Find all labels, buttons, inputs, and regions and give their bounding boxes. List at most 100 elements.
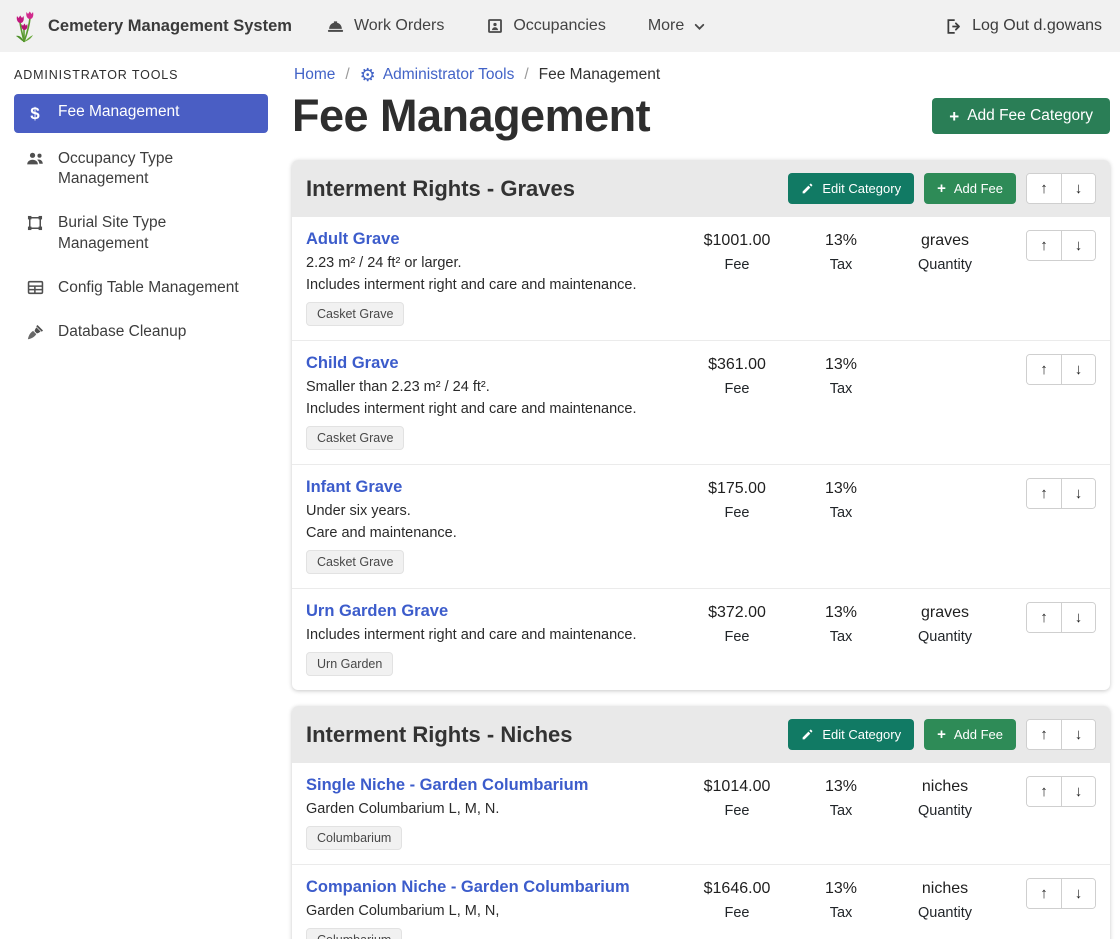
move-down-button[interactable]: ↓ <box>1061 603 1095 632</box>
add-fee-button[interactable]: + Add Fee <box>924 719 1016 750</box>
broom-icon <box>24 323 46 342</box>
sidebar-item-label: Burial Site Type Management <box>58 213 258 253</box>
tax-label: Tax <box>792 257 890 273</box>
fee-name-link[interactable]: Urn Garden Grave <box>306 602 448 621</box>
page-title: Fee Management <box>292 90 650 142</box>
hard-hat-icon <box>326 17 345 36</box>
sidebar-item-burial-site-type[interactable]: Burial Site Type Management <box>14 205 268 261</box>
edit-category-label: Edit Category <box>822 727 901 742</box>
plus-icon: + <box>937 181 946 196</box>
move-down-button[interactable]: ↓ <box>1061 231 1095 260</box>
move-up-button[interactable]: ↑ <box>1027 879 1061 908</box>
tax-label: Tax <box>792 905 890 921</box>
move-up-button[interactable]: ↑ <box>1027 174 1061 203</box>
quantity-value: niches <box>890 880 1000 898</box>
fee-description: Includes interment right and care and ma… <box>306 277 682 293</box>
fee-description: Care and maintenance. <box>306 525 682 541</box>
fee-reorder-controls: ↑ ↓ <box>1026 602 1096 633</box>
edit-category-button[interactable]: Edit Category <box>788 173 914 204</box>
nav-occupancies[interactable]: Occupancies <box>486 17 606 35</box>
sidebar-section-title: ADMINISTRATOR TOOLS <box>14 68 268 82</box>
fee-amount: $372.00 <box>682 604 792 622</box>
fee-amount-label: Fee <box>682 905 792 921</box>
fee-description: Garden Columbarium L, M, N. <box>306 801 682 817</box>
move-down-button[interactable]: ↓ <box>1061 777 1095 806</box>
nav-more-dropdown[interactable]: More <box>648 17 706 35</box>
move-up-button[interactable]: ↑ <box>1027 720 1061 749</box>
sidebar-item-occupancy-type[interactable]: Occupancy Type Management <box>14 141 268 197</box>
fee-row: Child Grave Smaller than 2.23 m² / 24 ft… <box>292 340 1110 464</box>
fee-amount: $175.00 <box>682 480 792 498</box>
edit-category-label: Edit Category <box>822 181 901 196</box>
sidebar-item-database-cleanup[interactable]: Database Cleanup <box>14 314 268 350</box>
sidebar-item-label: Config Table Management <box>58 278 239 298</box>
sidebar: ADMINISTRATOR TOOLS $ Fee Management Occ… <box>0 52 280 939</box>
edit-category-button[interactable]: Edit Category <box>788 719 914 750</box>
chevron-down-icon <box>693 20 706 33</box>
tax-value: 13% <box>792 880 890 898</box>
fee-name-link[interactable]: Child Grave <box>306 354 399 373</box>
people-icon <box>24 150 46 168</box>
fee-row: Single Niche - Garden Columbarium Garden… <box>292 763 1110 864</box>
fee-row: Companion Niche - Garden Columbarium Gar… <box>292 864 1110 939</box>
fee-row: Urn Garden Grave Includes interment righ… <box>292 588 1110 690</box>
category-title: Interment Rights - Niches <box>306 722 778 748</box>
add-fee-button[interactable]: + Add Fee <box>924 173 1016 204</box>
move-down-button[interactable]: ↓ <box>1061 479 1095 508</box>
quantity-value: graves <box>890 604 1000 622</box>
app-brand[interactable]: Cemetery Management System <box>12 8 292 44</box>
fee-amount-label: Fee <box>682 629 792 645</box>
fee-reorder-controls: ↑ ↓ <box>1026 878 1096 909</box>
nav-work-orders[interactable]: Work Orders <box>326 17 444 36</box>
move-down-button[interactable]: ↓ <box>1061 720 1095 749</box>
fee-name-link[interactable]: Adult Grave <box>306 230 400 249</box>
sidebar-item-config-table[interactable]: Config Table Management <box>14 270 268 306</box>
fee-amount-label: Fee <box>682 257 792 273</box>
fee-amount: $1014.00 <box>682 778 792 796</box>
sidebar-item-fee-management[interactable]: $ Fee Management <box>14 94 268 133</box>
fee-name-link[interactable]: Companion Niche - Garden Columbarium <box>306 878 630 897</box>
move-down-button[interactable]: ↓ <box>1061 174 1095 203</box>
breadcrumb-admin-label: Administrator Tools <box>383 66 515 84</box>
plus-icon: + <box>949 108 959 125</box>
table-icon <box>24 279 46 296</box>
fee-category-card-graves: Interment Rights - Graves Edit Category … <box>292 160 1110 690</box>
move-down-button[interactable]: ↓ <box>1061 355 1095 384</box>
category-reorder-controls: ↑ ↓ <box>1026 173 1096 204</box>
fee-type-badge: Columbarium <box>306 928 402 939</box>
fee-description: 2.23 m² / 24 ft² or larger. <box>306 255 682 271</box>
nav-occupancies-label: Occupancies <box>513 17 606 35</box>
fee-type-badge: Columbarium <box>306 826 402 850</box>
fee-reorder-controls: ↑ ↓ <box>1026 354 1096 385</box>
move-up-button[interactable]: ↑ <box>1027 355 1061 384</box>
nav-work-orders-label: Work Orders <box>354 17 444 35</box>
fee-reorder-controls: ↑ ↓ <box>1026 776 1096 807</box>
tax-value: 13% <box>792 356 890 374</box>
fee-type-badge: Casket Grave <box>306 550 404 574</box>
category-reorder-controls: ↑ ↓ <box>1026 719 1096 750</box>
tulip-logo-icon <box>12 8 38 44</box>
quantity-label: Quantity <box>890 629 1000 645</box>
move-down-button[interactable]: ↓ <box>1061 879 1095 908</box>
pencil-icon <box>801 182 814 195</box>
add-fee-label: Add Fee <box>954 727 1003 742</box>
logout-icon <box>944 17 963 36</box>
fee-name-link[interactable]: Single Niche - Garden Columbarium <box>306 776 588 795</box>
move-up-button[interactable]: ↑ <box>1027 777 1061 806</box>
quantity-value: niches <box>890 778 1000 796</box>
move-up-button[interactable]: ↑ <box>1027 231 1061 260</box>
fee-name-link[interactable]: Infant Grave <box>306 478 402 497</box>
tax-label: Tax <box>792 505 890 521</box>
frame-icon <box>24 214 46 232</box>
move-up-button[interactable]: ↑ <box>1027 479 1061 508</box>
logout-button[interactable]: Log Out d.gowans <box>944 17 1102 36</box>
move-up-button[interactable]: ↑ <box>1027 603 1061 632</box>
fee-type-badge: Urn Garden <box>306 652 393 676</box>
fee-amount-label: Fee <box>682 803 792 819</box>
breadcrumb-home-link[interactable]: Home <box>294 66 335 84</box>
logout-label: Log Out d.gowans <box>972 17 1102 35</box>
quantity-label: Quantity <box>890 257 1000 273</box>
breadcrumb-admin-tools-link[interactable]: ⚙ Administrator Tools <box>360 66 515 84</box>
breadcrumb-separator: / <box>345 66 349 84</box>
add-fee-category-button[interactable]: + Add Fee Category <box>932 98 1110 134</box>
